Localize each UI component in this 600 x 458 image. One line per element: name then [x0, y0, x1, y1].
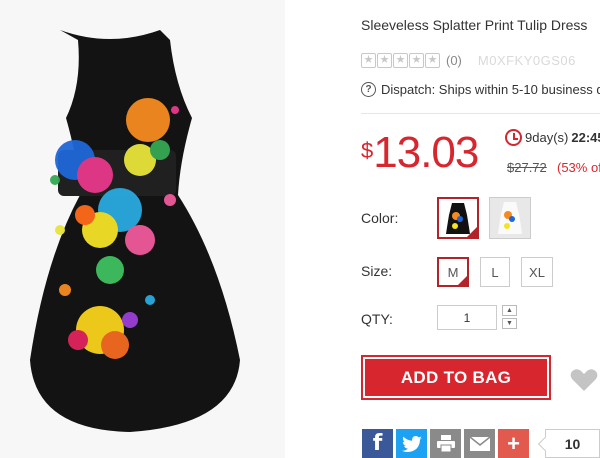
facebook-share-button[interactable]: f	[362, 429, 393, 458]
plus-icon: +	[507, 430, 520, 456]
quantity-decrease-button[interactable]: ▼	[502, 318, 517, 329]
star-icon: ★	[361, 53, 376, 68]
qty-label: QTY:	[361, 311, 393, 327]
dispatch-info: ? Dispatch: Ships within 5-10 business d…	[361, 82, 600, 97]
add-to-bag-button[interactable]: ADD TO BAG	[361, 355, 551, 400]
swatch-white-thumbnail	[490, 198, 530, 238]
size-option-l[interactable]: L	[480, 257, 510, 287]
print-icon	[436, 435, 455, 452]
star-icon: ★	[425, 53, 440, 68]
facebook-icon: f	[372, 431, 383, 456]
size-option-label: XL	[529, 264, 545, 280]
divider	[361, 113, 600, 114]
color-swatch-white[interactable]	[489, 197, 531, 239]
timer-days: 9day(s)	[525, 130, 569, 145]
quantity-input[interactable]	[437, 305, 497, 330]
email-share-button[interactable]	[464, 429, 495, 458]
star-icon: ★	[393, 53, 408, 68]
twitter-share-button[interactable]	[396, 429, 427, 458]
quantity-increase-button[interactable]: ▲	[502, 305, 517, 316]
wishlist-button[interactable]	[570, 368, 598, 392]
rating-row: ★ ★ ★ ★ ★ (0) M0XFKY0GS06	[361, 53, 576, 68]
star-icon: ★	[377, 53, 392, 68]
print-button[interactable]	[430, 429, 461, 458]
size-option-m[interactable]: M	[437, 257, 469, 287]
star-icon: ★	[409, 53, 424, 68]
color-label: Color:	[361, 210, 399, 226]
product-image	[0, 0, 285, 458]
email-icon	[469, 436, 490, 451]
size-option-label: M	[447, 264, 459, 280]
product-title: Sleeveless Splatter Print Tulip Dress	[361, 17, 588, 33]
dispatch-text: Dispatch: Ships within 5-10 business day…	[381, 82, 600, 97]
size-option-xl[interactable]: XL	[521, 257, 553, 287]
review-count-link[interactable]: (0)	[446, 53, 462, 68]
size-label: Size:	[361, 263, 393, 279]
selected-check-icon	[458, 276, 467, 285]
original-price: $27.72	[507, 160, 547, 175]
selected-check-icon	[467, 227, 477, 237]
twitter-icon	[401, 435, 422, 452]
help-circle-icon[interactable]: ?	[361, 82, 376, 97]
price-currency: $	[361, 138, 374, 163]
social-share-bar: f +	[362, 429, 529, 458]
color-swatch-black[interactable]	[437, 197, 479, 239]
price-amount: 13.03	[373, 128, 479, 177]
heart-icon	[570, 369, 598, 391]
discount-percent: (53% off)	[557, 160, 600, 175]
chevron-up-icon: ▲	[506, 307, 513, 314]
rating-stars: ★ ★ ★ ★ ★	[361, 53, 440, 68]
chevron-down-icon: ▼	[506, 320, 513, 327]
clock-icon	[505, 129, 522, 146]
more-share-button[interactable]: +	[498, 429, 529, 458]
countdown-timer: 9day(s) 22:45	[505, 129, 600, 146]
sale-price: $13.03	[361, 128, 479, 178]
product-sku: M0XFKY0GS06	[477, 53, 576, 68]
timer-time: 22:45	[571, 130, 600, 145]
share-count: 10	[545, 429, 600, 458]
size-option-label: L	[491, 264, 499, 280]
